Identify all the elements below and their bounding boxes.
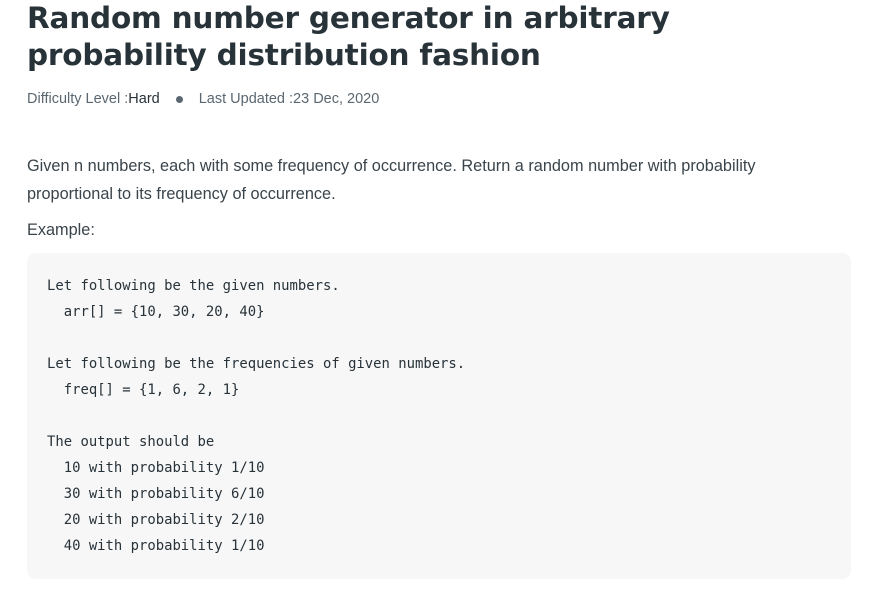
code-line: 40 with probability 1/10	[47, 538, 265, 554]
article-title: Random number generator in arbitrary pro…	[27, 1, 670, 72]
code-line: 10 with probability 1/10	[47, 460, 265, 476]
difficulty-label: Difficulty Level :	[27, 91, 129, 107]
code-line: 20 with probability 2/10	[47, 512, 265, 528]
code-line: arr[] = {10, 30, 20, 40}	[47, 304, 265, 320]
code-content: Let following be the given numbers. arr[…	[47, 273, 465, 559]
updated-label: Last Updated :	[198, 91, 294, 107]
bullet-dot-icon	[175, 95, 183, 103]
code-line: The output should be	[47, 434, 215, 450]
code-line: Let following be the frequencies of give…	[47, 356, 466, 372]
code-line: Let following be the given numbers.	[47, 278, 340, 294]
article: Random number generator in arbitrary pro…	[27, 0, 851, 579]
code-line: 30 with probability 6/10	[47, 486, 265, 502]
code-line: freq[] = {1, 6, 2, 1}	[47, 382, 240, 398]
code-block: Let following be the given numbers. arr[…	[27, 253, 851, 579]
difficulty-value[interactable]: Hard	[128, 91, 159, 107]
article-description: Given n numbers, each with some frequenc…	[27, 157, 756, 203]
article-meta: Difficulty Level : Hard Last Updated : 2…	[27, 89, 851, 109]
updated-value: 23 Dec, 2020	[293, 91, 380, 107]
example-label: Example:	[27, 221, 95, 239]
